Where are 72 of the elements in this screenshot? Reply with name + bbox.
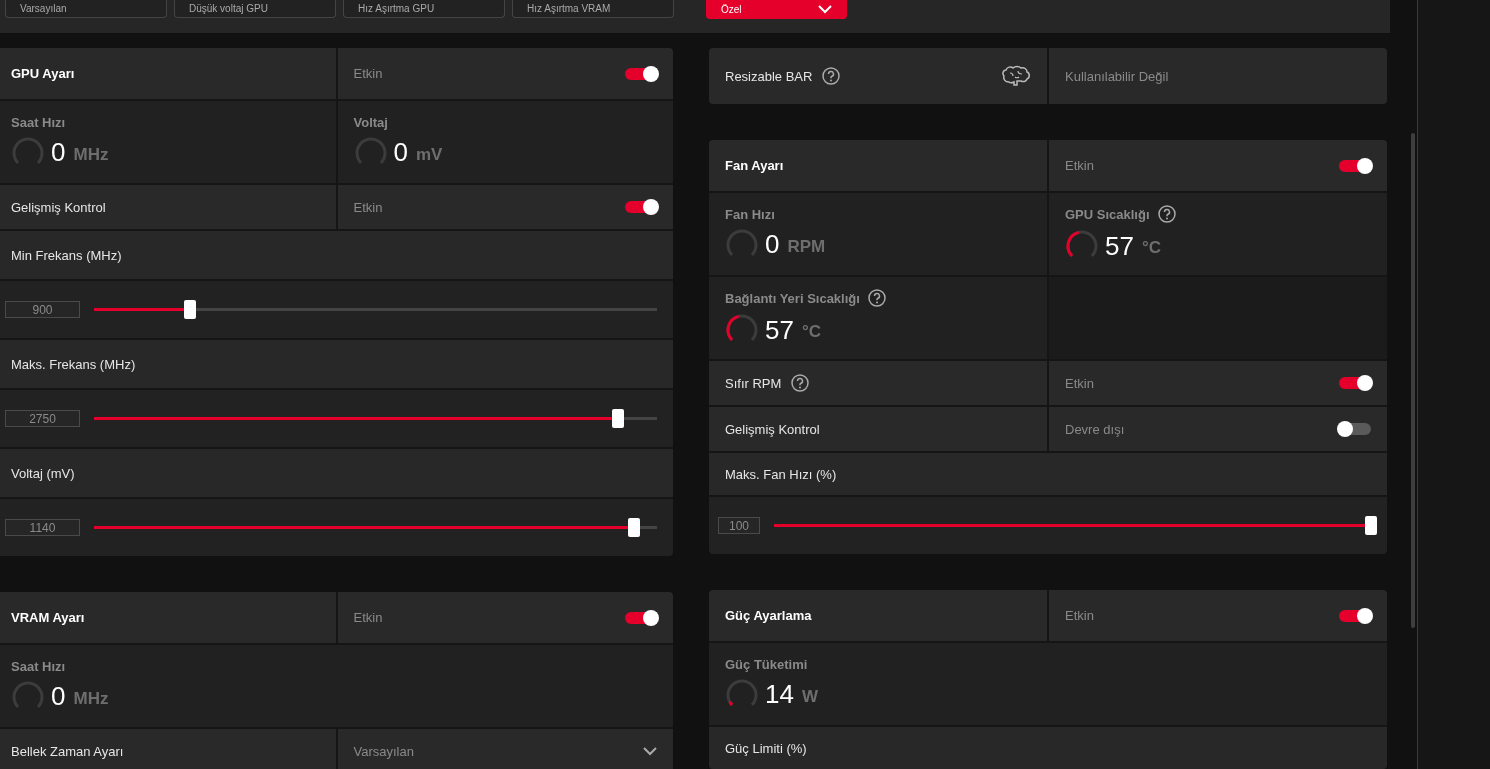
metric-value: 0 bbox=[765, 229, 780, 260]
section-title: Fan Ayarı bbox=[725, 158, 784, 173]
help-icon[interactable] bbox=[1157, 205, 1176, 223]
toggle-switch[interactable] bbox=[1339, 609, 1371, 622]
metric-unit: MHz bbox=[73, 144, 109, 165]
metric-value: 0 bbox=[51, 137, 66, 168]
preset-button[interactable]: Varsayılan bbox=[5, 0, 167, 18]
metric-unit: MHz bbox=[73, 688, 109, 709]
metric-value: 14 bbox=[765, 679, 794, 710]
setting-label: Bellek Zaman Ayarı bbox=[11, 743, 124, 759]
metric-unit: °C bbox=[1141, 238, 1161, 258]
status-text: Etkin bbox=[353, 199, 383, 215]
status-text: Etkin bbox=[1065, 375, 1094, 391]
setting-label: Gelişmiş Kontrol bbox=[725, 421, 820, 437]
section-title: VRAM Ayarı bbox=[11, 610, 85, 625]
value-field[interactable]: 100 bbox=[718, 517, 760, 534]
setting-label: Sıfır RPM bbox=[725, 375, 782, 391]
metric-label: Voltaj bbox=[353, 114, 388, 130]
toggle-switch[interactable] bbox=[625, 611, 657, 624]
setting-label: Maks. Fan Hızı (%) bbox=[725, 466, 837, 482]
setting-label: Resizable BAR bbox=[725, 68, 813, 84]
status-text: Etkin bbox=[353, 610, 383, 625]
setting-label: Güç Limiti (%) bbox=[725, 740, 807, 756]
slider-thumb[interactable] bbox=[611, 409, 624, 428]
metric-unit: W bbox=[801, 686, 818, 707]
metric-value: 57 bbox=[765, 314, 794, 346]
scrollbar[interactable] bbox=[1411, 133, 1415, 628]
value-field[interactable]: 2750 bbox=[5, 410, 80, 427]
metric-label: Fan Hızı bbox=[725, 206, 775, 222]
preset-button[interactable]: Özel bbox=[706, 0, 847, 19]
help-icon[interactable] bbox=[791, 374, 810, 392]
section-title: GPU Ayarı bbox=[11, 66, 75, 81]
status-text: Etkin bbox=[353, 66, 383, 81]
status-text: Devre dışı bbox=[1065, 421, 1125, 437]
help-icon[interactable] bbox=[867, 289, 886, 307]
setting-label: Min Frekans (MHz) bbox=[11, 247, 122, 263]
chevron-down-icon bbox=[643, 746, 657, 756]
status-text: Etkin bbox=[1065, 608, 1094, 623]
metric-value: 0 bbox=[51, 681, 66, 712]
dropdown[interactable]: Varsayılan bbox=[337, 729, 673, 769]
metric-value: 0 bbox=[393, 137, 408, 168]
metric-label: Saat Hızı bbox=[11, 114, 66, 130]
preset-button[interactable]: Hız Aşırtma GPU bbox=[343, 0, 505, 18]
toggle-switch[interactable] bbox=[625, 201, 657, 213]
metric-label: GPU Sıcaklığı bbox=[1065, 206, 1150, 222]
slider-thumb[interactable] bbox=[183, 300, 196, 319]
toggle-switch[interactable] bbox=[1339, 423, 1371, 435]
setting-label: Voltaj (mV) bbox=[11, 465, 75, 481]
metric-unit: °C bbox=[801, 322, 821, 342]
chevron-down-icon bbox=[818, 4, 832, 14]
preset-button[interactable]: Hız Aşırtma VRAM bbox=[512, 0, 674, 18]
metric-label: Bağlantı Yeri Sıcaklığı bbox=[725, 290, 860, 306]
setting-label: Maks. Frekans (MHz) bbox=[11, 356, 136, 372]
toggle-switch[interactable] bbox=[1339, 377, 1371, 389]
slider-thumb[interactable] bbox=[628, 518, 641, 537]
metric-value: 57 bbox=[1105, 230, 1134, 262]
metric-unit: RPM bbox=[787, 236, 826, 257]
brain-icon bbox=[1001, 64, 1031, 88]
help-icon[interactable] bbox=[822, 67, 841, 85]
preset-button[interactable]: Düşük voltaj GPU bbox=[174, 0, 336, 18]
value-field[interactable]: 900 bbox=[5, 301, 80, 318]
toggle-switch[interactable] bbox=[1339, 159, 1371, 172]
metric-unit: mV bbox=[415, 144, 443, 165]
status-text: Etkin bbox=[1065, 158, 1094, 173]
section-title: Güç Ayarlama bbox=[725, 608, 812, 623]
value-field[interactable]: 1140 bbox=[5, 519, 80, 536]
toggle-switch[interactable] bbox=[625, 67, 657, 80]
metric-label: Saat Hızı bbox=[11, 658, 66, 674]
status-text: Kullanılabilir Değil bbox=[1065, 68, 1169, 84]
metric-label: Güç Tüketimi bbox=[725, 656, 808, 672]
slider-thumb[interactable] bbox=[1365, 516, 1377, 535]
setting-label: Gelişmiş Kontrol bbox=[11, 199, 106, 215]
